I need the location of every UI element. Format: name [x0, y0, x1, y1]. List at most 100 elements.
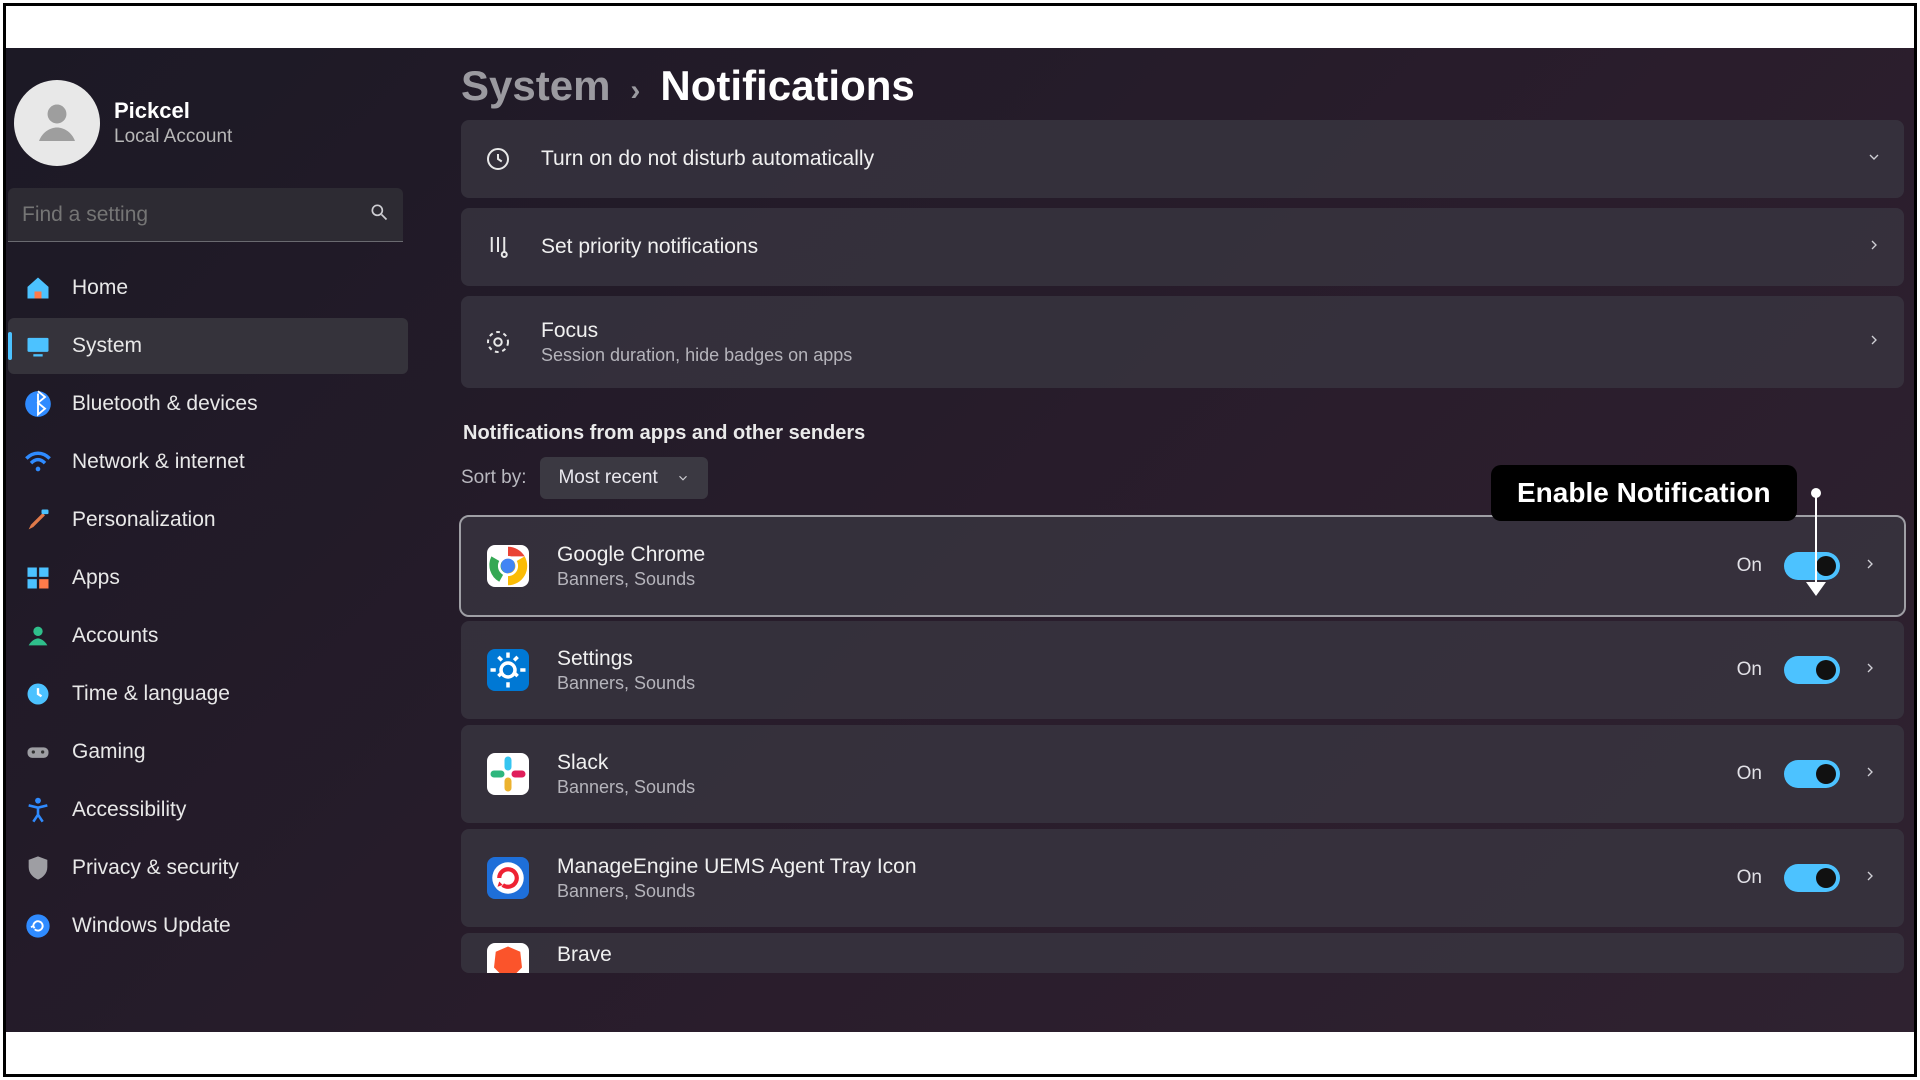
card-focus[interactable]: Focus Session duration, hide badges on a… [461, 296, 1904, 388]
priority-icon [483, 232, 513, 262]
sidebar-item-label: Bluetooth & devices [72, 392, 258, 416]
breadcrumb-parent[interactable]: System [461, 62, 610, 110]
accessibility-icon [24, 796, 52, 824]
section-heading: Notifications from apps and other sender… [463, 422, 1904, 445]
clock-icon [24, 680, 52, 708]
notification-toggle[interactable] [1784, 864, 1840, 892]
search-input-wrap[interactable] [8, 188, 403, 242]
toggle-state-label: On [1737, 763, 1762, 785]
sidebar-item-label: Privacy & security [72, 856, 239, 880]
home-icon [24, 274, 52, 302]
gamepad-icon [24, 738, 52, 766]
sidebar-item-apps[interactable]: Apps [8, 550, 408, 606]
sidebar-item-personalization[interactable]: Personalization [8, 492, 408, 548]
notification-toggle[interactable] [1784, 552, 1840, 580]
account-type: Local Account [114, 126, 232, 148]
user-icon [30, 96, 84, 150]
app-name: Google Chrome [557, 543, 705, 567]
annotation-callout: Enable Notification [1491, 465, 1797, 521]
chevron-right-icon[interactable] [1862, 660, 1878, 681]
manageengine-icon [487, 857, 529, 899]
system-icon [24, 332, 52, 360]
sidebar-item-label: Personalization [72, 508, 216, 532]
annotation-arrow-head [1806, 582, 1826, 601]
chrome-icon [487, 545, 529, 587]
moon-clock-icon [483, 144, 513, 174]
account-block[interactable]: Pickcel Local Account [6, 68, 416, 180]
breadcrumb: System › Notifications [461, 62, 1904, 110]
app-name: Slack [557, 751, 695, 775]
sidebar-item-accessibility[interactable]: Accessibility [8, 782, 408, 838]
chevron-right-icon [1866, 237, 1882, 258]
sidebar-item-bluetooth[interactable]: Bluetooth & devices [8, 376, 408, 432]
sidebar-item-privacy[interactable]: Privacy & security [8, 840, 408, 896]
app-subtitle: Banners, Sounds [557, 777, 695, 798]
settings-app-icon [487, 649, 529, 691]
search-input[interactable] [22, 203, 369, 227]
sidebar-item-label: Network & internet [72, 450, 245, 474]
sidebar-item-label: System [72, 334, 142, 358]
focus-icon [483, 327, 513, 357]
apps-icon [24, 564, 52, 592]
brave-icon [487, 943, 529, 973]
avatar [14, 80, 100, 166]
card-dnd-auto[interactable]: Turn on do not disturb automatically [461, 120, 1904, 198]
sidebar-item-network[interactable]: Network & internet [8, 434, 408, 490]
sidebar-item-label: Accessibility [72, 798, 186, 822]
chevron-right-icon[interactable] [1862, 868, 1878, 889]
breadcrumb-separator: › [630, 74, 640, 108]
toggle-state-label: On [1737, 659, 1762, 681]
notification-toggle[interactable] [1784, 656, 1840, 684]
update-icon [24, 912, 52, 940]
bluetooth-icon [24, 390, 52, 418]
sidebar-item-accounts[interactable]: Accounts [8, 608, 408, 664]
notification-toggle[interactable] [1784, 760, 1840, 788]
app-subtitle: Banners, Sounds [557, 569, 705, 590]
toggle-state-label: On [1737, 555, 1762, 577]
sidebar-item-home[interactable]: Home [8, 260, 408, 316]
sidebar-item-label: Home [72, 276, 128, 300]
chevron-right-icon[interactable] [1862, 556, 1878, 577]
card-title: Set priority notifications [541, 235, 758, 259]
chevron-down-icon [1866, 149, 1882, 170]
app-row-settings[interactable]: Settings Banners, Sounds On [461, 621, 1904, 719]
chevron-down-icon [676, 471, 690, 485]
sort-value: Most recent [558, 467, 657, 489]
sidebar-item-update[interactable]: Windows Update [8, 898, 408, 954]
chevron-right-icon[interactable] [1862, 764, 1878, 785]
card-priority[interactable]: Set priority notifications [461, 208, 1904, 286]
chevron-right-icon [1866, 332, 1882, 353]
app-row-brave[interactable]: Brave [461, 933, 1904, 973]
slack-icon [487, 753, 529, 795]
account-name: Pickcel [114, 98, 232, 124]
brush-icon [24, 506, 52, 534]
sidebar-item-label: Time & language [72, 682, 230, 706]
sidebar-item-label: Gaming [72, 740, 146, 764]
annotation-arrow-line [1815, 496, 1817, 586]
toggle-state-label: On [1737, 867, 1762, 889]
app-row-manageengine[interactable]: ManageEngine UEMS Agent Tray Icon Banner… [461, 829, 1904, 927]
card-title: Turn on do not disturb automatically [541, 147, 874, 171]
app-row-chrome[interactable]: Google Chrome Banners, Sounds On [461, 517, 1904, 615]
app-subtitle: Banners, Sounds [557, 881, 917, 902]
wifi-icon [24, 448, 52, 476]
card-title: Focus [541, 319, 852, 343]
sort-label: Sort by: [461, 467, 526, 489]
annotation-text: Enable Notification [1517, 477, 1771, 508]
sidebar-nav: Home System Bluetooth & devices Network … [6, 260, 416, 954]
search-icon[interactable] [369, 202, 389, 227]
sidebar-item-time[interactable]: Time & language [8, 666, 408, 722]
person-icon [24, 622, 52, 650]
app-name: Brave [557, 943, 612, 967]
sidebar: Pickcel Local Account Home [6, 48, 416, 1032]
sort-dropdown[interactable]: Most recent [540, 457, 707, 499]
page-title: Notifications [660, 62, 914, 110]
card-subtitle: Session duration, hide badges on apps [541, 345, 852, 366]
sidebar-item-system[interactable]: System [8, 318, 408, 374]
app-row-slack[interactable]: Slack Banners, Sounds On [461, 725, 1904, 823]
app-name: ManageEngine UEMS Agent Tray Icon [557, 855, 917, 879]
app-subtitle: Banners, Sounds [557, 673, 695, 694]
sidebar-item-label: Apps [72, 566, 120, 590]
sidebar-item-gaming[interactable]: Gaming [8, 724, 408, 780]
app-name: Settings [557, 647, 695, 671]
